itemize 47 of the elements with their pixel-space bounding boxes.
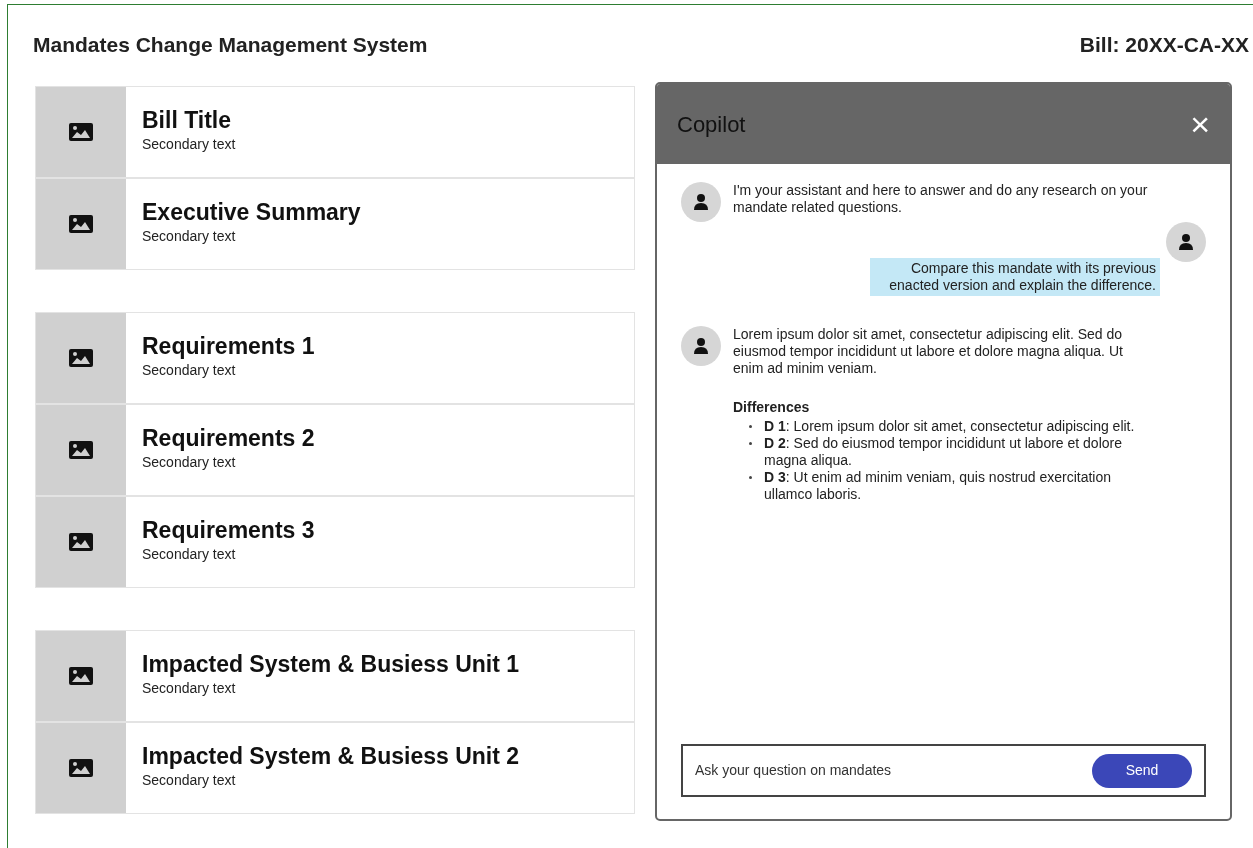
message-text: I'm your assistant and here to answer and do any research on your mandate related questions. (733, 182, 1149, 216)
list-item[interactable]: Bill Title Secondary text (36, 87, 634, 177)
send-button[interactable]: Send (1092, 753, 1192, 788)
item-subtitle: Secondary text (142, 226, 237, 246)
page-title: Mandates Change Management System (33, 32, 428, 59)
item-title: Impacted System & Busiess Unit 2 (142, 741, 520, 770)
bullet-icon (749, 442, 752, 445)
item-subtitle: Secondary text (142, 452, 237, 472)
item-title: Executive Summary (142, 197, 361, 226)
list-item[interactable]: Requirements 2 Secondary text (36, 405, 634, 495)
list-item[interactable]: Requirements 1 Secondary text (36, 313, 634, 403)
image-icon (68, 758, 94, 778)
item-subtitle: Secondary text (142, 770, 237, 790)
panel-title: Copilot (677, 110, 746, 139)
avatar-icon (1166, 222, 1206, 262)
image-icon (68, 666, 94, 686)
question-field[interactable]: Ask your question on mandates Send (681, 744, 1206, 797)
bullet-icon (749, 425, 752, 428)
item-title: Requirements 1 (142, 331, 315, 360)
item-subtitle: Secondary text (142, 544, 237, 564)
item-subtitle: Secondary text (142, 360, 237, 380)
avatar-icon (681, 182, 721, 222)
bill-number: Bill: 20XX-CA-XX (1079, 32, 1249, 59)
list-item-text: D 1: Lorem ipsum dolor sit amet, consectetur adipiscing elit. (764, 418, 1135, 435)
list-item[interactable]: Impacted System & Busiess Unit 2 Secondary text (36, 723, 634, 813)
item-subtitle: Secondary text (142, 678, 237, 698)
list-item[interactable]: Executive Summary Secondary text (36, 179, 634, 269)
image-icon (68, 348, 94, 368)
item-subtitle: Secondary text (142, 134, 236, 154)
list-item-text: D 2: Sed do eiusmod tempor incididunt ut labore et dolore magna aliqua. (764, 435, 1123, 469)
image-icon (68, 214, 94, 234)
image-icon (68, 440, 94, 460)
item-title: Requirements 3 (142, 515, 315, 544)
list-item-text: D 3: Ut enim ad minim veniam, quis nostrud exercitation ullamco laboris. (764, 469, 1113, 503)
item-title: Impacted System & Busiess Unit 1 (142, 649, 520, 678)
message-text: Lorem ipsum dolor sit amet, consectetur adipiscing elit. Sed do eiusmod tempor incididunt ut labore et dolore magna aliqua. Ut enim ad minim veniam. (733, 326, 1124, 377)
image-icon (68, 122, 94, 142)
list-item[interactable]: Requirements 3 Secondary text (36, 497, 634, 587)
item-title: Bill Title (142, 105, 233, 134)
close-button[interactable]: × (1190, 107, 1210, 141)
user-message: Compare this mandate with its previous enacted version and explain the difference. (870, 258, 1160, 296)
avatar-icon (681, 326, 721, 366)
list-heading: Differences (733, 398, 811, 417)
bullet-icon (749, 476, 752, 479)
list-item[interactable]: Impacted System & Busiess Unit 1 Secondary text (36, 631, 634, 721)
item-title: Requirements 2 (142, 423, 315, 452)
image-icon (68, 532, 94, 552)
